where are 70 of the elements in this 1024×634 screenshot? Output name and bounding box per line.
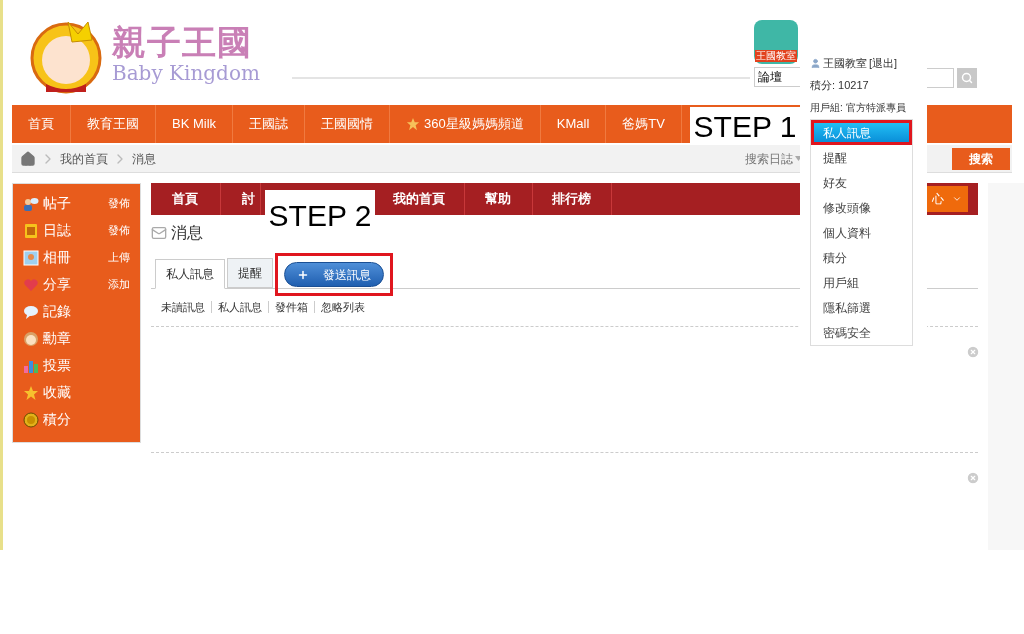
coin-icon — [23, 411, 39, 428]
notebook-icon — [23, 222, 39, 239]
heart-icon — [23, 276, 39, 293]
sidebar-link[interactable]: 相冊 — [43, 247, 71, 268]
caret-icon — [952, 194, 963, 204]
speech-bubble-icon — [23, 303, 39, 320]
breadcrumb-link[interactable]: 消息 — [132, 149, 156, 168]
sidebar-link[interactable]: 記錄 — [43, 301, 71, 322]
logo-title: 親子王國 — [112, 25, 253, 59]
sub-nav-link[interactable]: 討 — [220, 183, 261, 215]
search-submit-button[interactable]: 搜索 — [952, 147, 1010, 170]
chat-person-icon — [23, 195, 39, 212]
user-menu-item[interactable]: 好友 — [811, 170, 912, 195]
nav-link[interactable]: 首頁 — [12, 105, 71, 143]
nav-link[interactable]: BK Milk — [156, 105, 234, 143]
envelope-icon — [150, 225, 167, 241]
close-icon[interactable] — [966, 470, 981, 485]
nav-link[interactable]: 爸媽TV — [606, 105, 682, 143]
nav-link[interactable]: KMall — [540, 105, 607, 143]
tab[interactable]: 提醒 — [226, 258, 273, 288]
nav-link[interactable]: 360星級媽媽頻道 — [390, 105, 541, 143]
close-icon[interactable] — [966, 344, 981, 359]
sub-nav-link[interactable]: 排行榜 — [532, 183, 612, 215]
user-group-text: 用戶組: 官方特派專員 — [810, 101, 907, 115]
sidebar-link[interactable]: 積分 — [43, 409, 71, 430]
app-badge-label: 王國教室 — [754, 50, 797, 62]
username: 王國教室 — [823, 56, 867, 71]
user-menu-item[interactable]: 提醒 — [811, 145, 912, 170]
logo-subtitle: Baby Kingdom — [112, 63, 260, 83]
home-icon[interactable] — [20, 150, 36, 167]
sidebar-link[interactable]: 日誌 — [43, 220, 71, 241]
app-icon[interactable]: 王國教室 — [753, 20, 798, 64]
sidebar-action-link[interactable]: 發佈 — [107, 195, 130, 212]
sidebar-action-link[interactable]: 發佈 — [107, 222, 130, 239]
sub-nav-link[interactable]: 首頁 — [150, 183, 221, 215]
user-menu-item[interactable]: 修改頭像 — [811, 195, 912, 220]
nav-link[interactable]: 教育王國 — [71, 105, 156, 143]
filter-link[interactable]: 忽略列表 — [320, 299, 365, 316]
search-button[interactable] — [956, 68, 977, 88]
sidebar-link[interactable]: 投票 — [43, 355, 71, 376]
step-label: STEP 1 — [690, 107, 800, 145]
logout-link[interactable]: [退出] — [869, 55, 898, 72]
photo-icon — [23, 249, 39, 266]
user-menu-item[interactable]: 用戶組 — [811, 270, 912, 295]
user-menu-item[interactable]: 密碼安全 — [811, 320, 912, 345]
sidebar-link[interactable]: 分享 — [43, 274, 71, 295]
plus-icon — [296, 268, 309, 281]
sidebar-link[interactable]: 勳章 — [43, 328, 71, 349]
sidebar-action-link[interactable]: 添加 — [107, 276, 130, 293]
star-icon — [406, 117, 421, 131]
user-menu-item[interactable]: 積分 — [811, 245, 912, 270]
star-icon — [23, 384, 39, 401]
user-menu-item[interactable]: 隱私篩選 — [811, 295, 912, 320]
user-menu-item[interactable]: 私人訊息 — [811, 120, 912, 145]
sidebar-link[interactable]: 收藏 — [43, 382, 71, 403]
breadcrumb-link[interactable]: 我的首頁 — [60, 149, 108, 168]
filter-link[interactable]: 私人訊息 — [217, 299, 262, 316]
user-icon — [810, 57, 821, 69]
filter-link[interactable]: 發件箱 — [274, 299, 308, 316]
page-title: 消息 — [170, 223, 203, 243]
tab[interactable]: 私人訊息 — [154, 259, 225, 289]
nav-link[interactable]: 王國誌 — [233, 105, 306, 143]
search-icon — [960, 72, 973, 84]
nav-link[interactable]: 王國國情 — [305, 105, 391, 143]
user-menu-item[interactable]: 個人資料 — [811, 220, 912, 245]
sidebar-link[interactable]: 帖子 — [43, 193, 71, 214]
send-message-button[interactable]: 發送訊息 — [283, 262, 384, 287]
filter-link[interactable]: 未讀訊息 — [160, 299, 205, 316]
sidebar-action-link[interactable]: 上傳 — [107, 249, 130, 266]
sub-nav-link[interactable]: 幫助 — [464, 183, 533, 215]
